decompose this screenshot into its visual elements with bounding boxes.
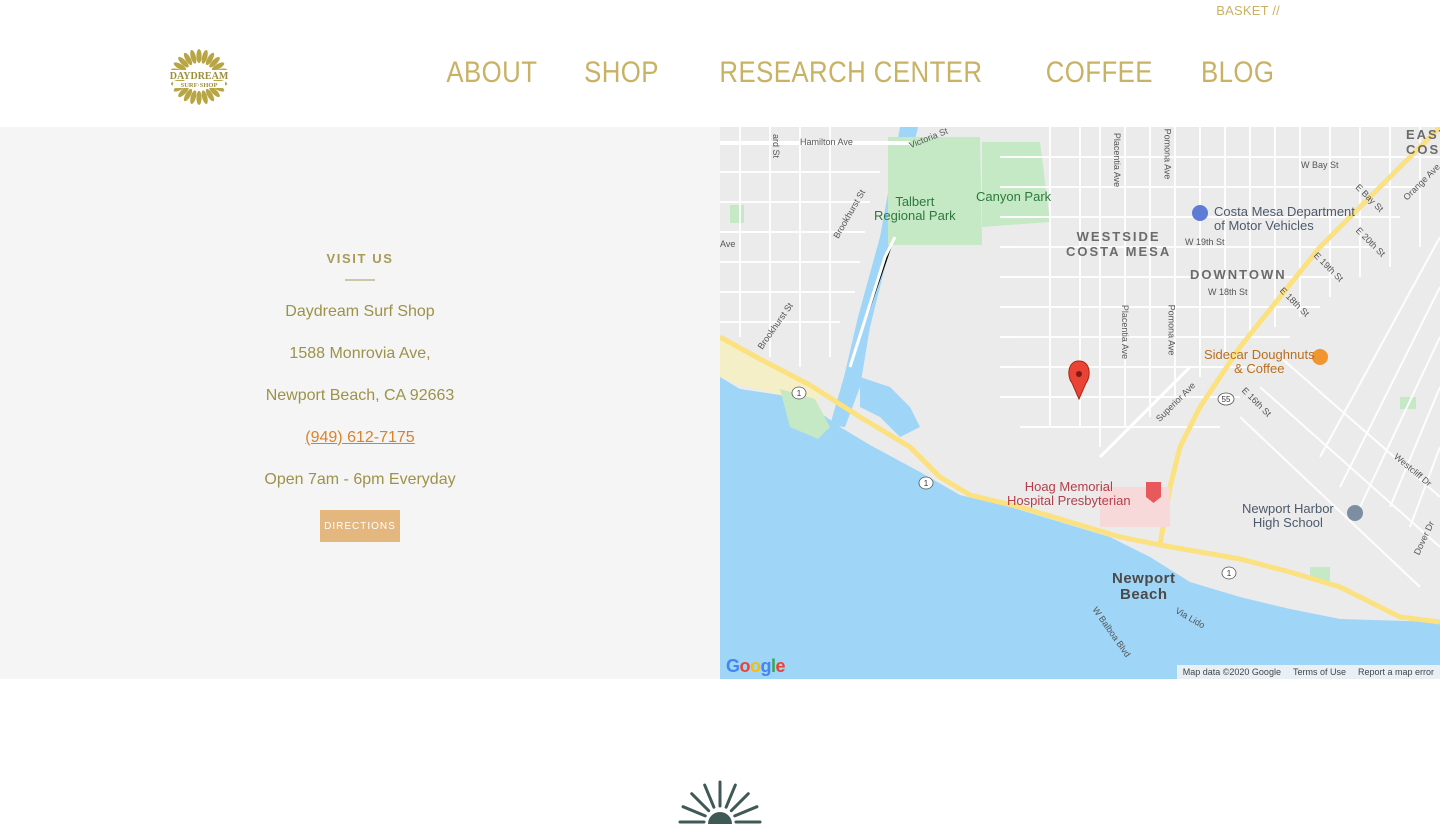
google-logo[interactable]: Google [726, 656, 786, 677]
map-label-hamilton: Hamilton Ave [800, 137, 853, 147]
map-label-pomona-top: Pomona Ave [1162, 128, 1173, 180]
map-label-canyon-park[interactable]: Canyon Park [976, 190, 1051, 204]
google-map[interactable]: 1 1 1 55 Hamilton Ave Victoria St Placen… [720, 127, 1440, 679]
route-1-shield: 1 [918, 476, 934, 490]
map-label-downtown: DOWNTOWN [1190, 267, 1287, 282]
terms-of-use-link[interactable]: Terms of Use [1293, 667, 1346, 677]
dmv-marker-icon[interactable] [1192, 205, 1208, 221]
svg-text:SURF·SHOP: SURF·SHOP [181, 82, 218, 89]
map-label-sidecar[interactable]: Sidecar Doughnuts & Coffee [1204, 348, 1315, 376]
route-1-shield: 1 [791, 386, 807, 400]
nav-about[interactable]: ABOUT [447, 56, 538, 90]
school-marker-icon[interactable] [1347, 505, 1363, 521]
shop-name: Daydream Surf Shop [285, 303, 435, 320]
nav-shop[interactable]: SHOP [584, 56, 659, 90]
map-label-dmv[interactable]: Costa Mesa Department of Motor Vehicles [1214, 205, 1355, 233]
route-1-shield: 1 [1221, 566, 1237, 580]
svg-text:1: 1 [1227, 569, 1232, 578]
map-label-ard-st: ard St [771, 133, 782, 159]
svg-text:1: 1 [797, 389, 802, 398]
nav-coffee[interactable]: COFFEE [1046, 56, 1153, 90]
map-label-w-bay: W Bay St [1301, 160, 1339, 170]
city-state-zip: Newport Beach, CA 92663 [265, 387, 455, 404]
map-label-hoag[interactable]: Hoag Memorial Hospital Presbyterian [1007, 480, 1131, 508]
map-label-placentia-mid: Placentia Ave [1120, 304, 1131, 360]
visit-panel: VISIT US Daydream Surf Shop 1588 Monrovi… [0, 127, 720, 679]
canyon-park-area [982, 142, 1050, 227]
store-hours: Open 7am - 6pm Everyday [264, 471, 456, 488]
map-label-westside: WESTSIDE COSTA MESA [1066, 229, 1172, 259]
svg-text:55: 55 [1222, 395, 1231, 404]
svg-text:1: 1 [924, 479, 929, 488]
map-label-ave: Ave [720, 239, 736, 249]
talbert-park-area [888, 137, 982, 245]
svg-text:DAYDREAM: DAYDREAM [170, 71, 229, 82]
map-label-w-19th: W 19th St [1185, 237, 1225, 247]
main-nav: ABOUT SHOP RESEARCH CENTER COFFEE BLOG [439, 56, 1280, 90]
title-divider [345, 279, 375, 281]
street-address: 1588 Monrovia Ave, [289, 345, 431, 362]
directions-button[interactable]: DIRECTIONS [320, 510, 400, 542]
nav-research-center[interactable]: RESEARCH CENTER [719, 56, 982, 90]
sunburst-icon [678, 772, 762, 828]
route-55-shield: 55 [1217, 392, 1235, 406]
report-map-error-link[interactable]: Report a map error [1358, 667, 1434, 677]
map-label-placentia-top: Placentia Ave [1112, 132, 1123, 188]
visit-title: VISIT US [326, 251, 394, 266]
map-label-w-18th: W 18th St [1208, 287, 1248, 297]
nav-blog[interactable]: BLOG [1201, 56, 1274, 90]
map-label-newport-harbor[interactable]: Newport Harbor High School [1242, 502, 1334, 530]
map-label-pomona-mid: Pomona Ave [1166, 304, 1177, 356]
map-label-newport-beach: Newport Beach [1112, 570, 1176, 603]
sunburst-logo-icon: DAYDREAM SURF·SHOP [164, 49, 234, 105]
basket-link[interactable]: BASKET // [1216, 3, 1280, 18]
map-data-credit: Map data ©2020 Google [1182, 667, 1281, 677]
daydream-logo[interactable]: DAYDREAM SURF·SHOP [158, 46, 240, 108]
map-label-east-costa: EAST COSTA [1406, 127, 1440, 157]
map-label-talbert-park[interactable]: Talbert Regional Park [874, 195, 956, 223]
phone-link[interactable]: (949) 612-7175 [0, 429, 720, 447]
map-attribution: Map data ©2020 Google Terms of Use Repor… [1176, 665, 1440, 679]
